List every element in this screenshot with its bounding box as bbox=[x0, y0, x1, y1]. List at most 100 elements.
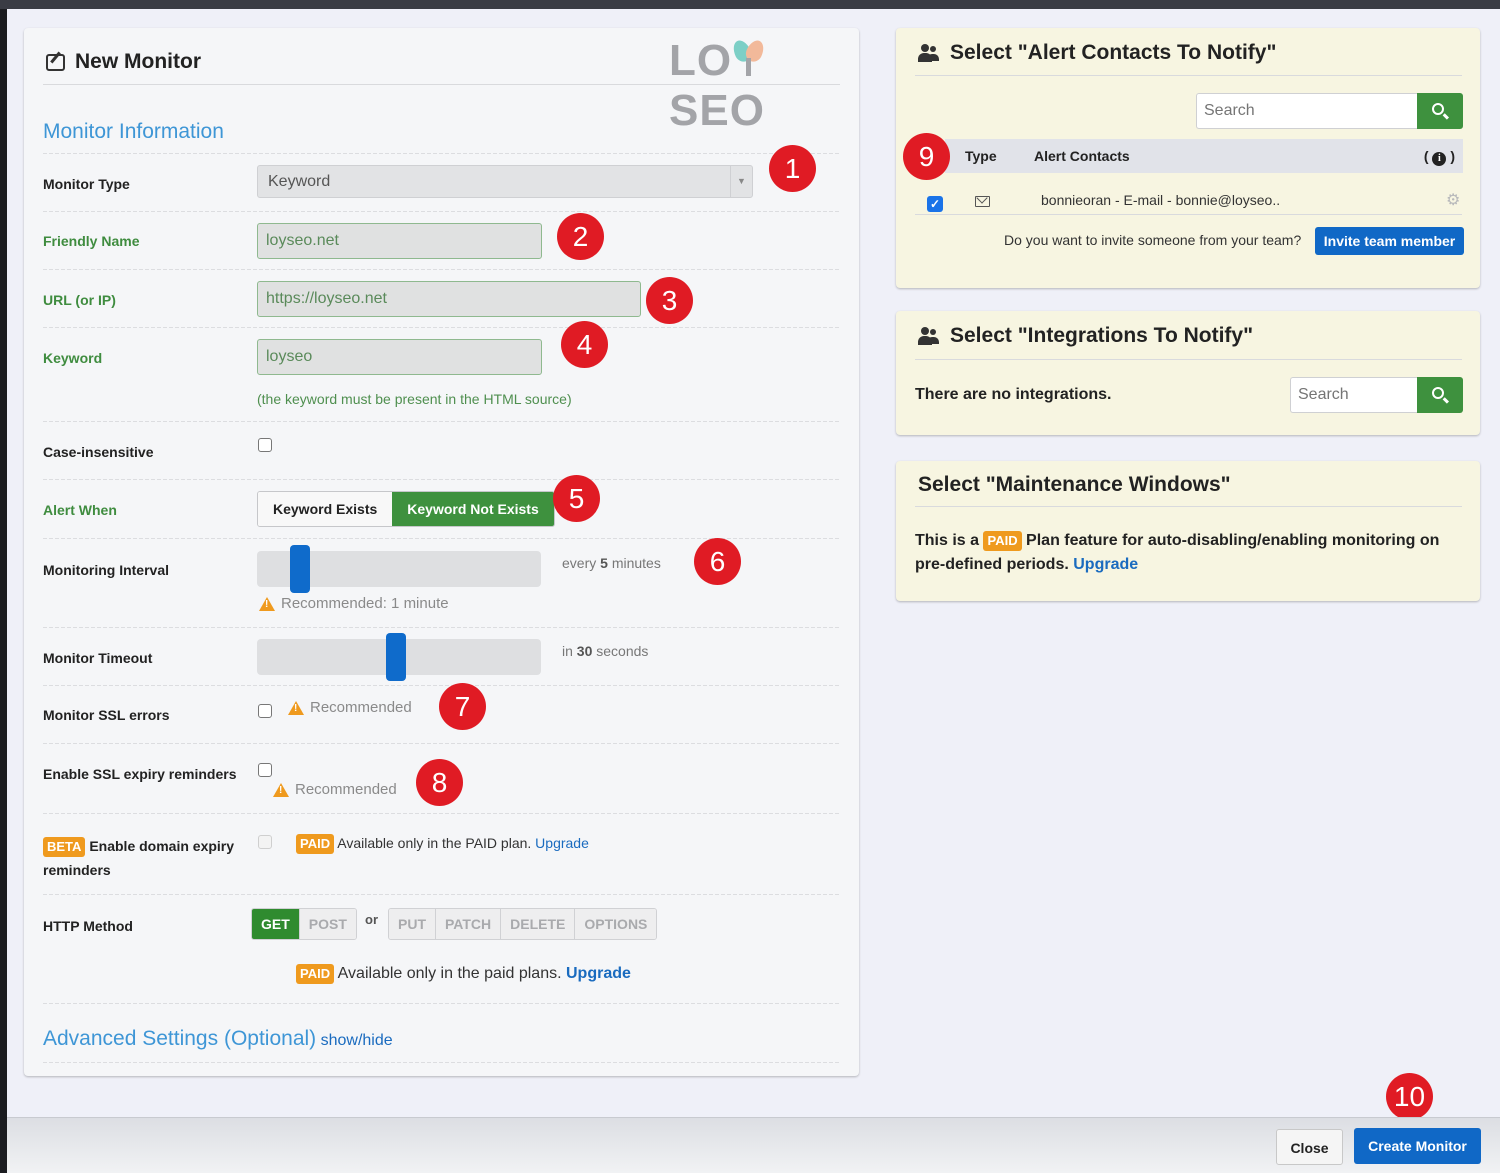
beta-badge: BETA bbox=[43, 837, 86, 857]
annotation-marker: 9 bbox=[903, 133, 950, 180]
annotation-marker: 6 bbox=[694, 538, 741, 585]
upgrade-link[interactable]: Upgrade bbox=[1073, 556, 1138, 573]
search-button[interactable] bbox=[1417, 377, 1463, 413]
alert-contacts-search-input[interactable] bbox=[1196, 93, 1417, 129]
domain-expiry-checkbox[interactable] bbox=[258, 835, 272, 849]
monitor-timeout-slider[interactable] bbox=[257, 633, 541, 681]
column-type: Type bbox=[965, 148, 997, 164]
method-get-button[interactable]: GET bbox=[252, 909, 300, 939]
http-method-paid-note: PAID Available only in the paid plans. U… bbox=[296, 964, 631, 984]
users-icon bbox=[918, 44, 940, 62]
case-insensitive-checkbox[interactable] bbox=[258, 438, 272, 452]
method-put-button[interactable]: PUT bbox=[389, 909, 436, 939]
alert-when-toggle: Keyword Exists Keyword Not Exists bbox=[257, 491, 555, 527]
column-info[interactable]: ( i ) bbox=[1424, 148, 1455, 166]
integrations-panel: Select "Integrations To Notify" There ar… bbox=[896, 311, 1480, 435]
annotation-marker: 3 bbox=[646, 277, 693, 324]
domain-expiry-label: BETA Enable domain expiry reminders bbox=[43, 837, 235, 878]
annotation-marker: 5 bbox=[553, 475, 600, 522]
keyword-hint: (the keyword must be present in the HTML… bbox=[257, 391, 572, 407]
advanced-settings-title: Advanced Settings (Optional) bbox=[43, 1027, 317, 1050]
keyword-not-exists-button[interactable]: Keyword Not Exists bbox=[392, 492, 554, 526]
annotation-marker: 8 bbox=[416, 759, 463, 806]
slider-handle[interactable] bbox=[386, 633, 407, 681]
new-monitor-modal: New Monitor LO SEO Monitor Information Mo… bbox=[7, 9, 1500, 1120]
integrations-title: Select "Integrations To Notify" bbox=[918, 324, 1253, 348]
alert-contacts-panel: Select "Alert Contacts To Notify" Type A… bbox=[896, 28, 1480, 288]
background-strip bbox=[0, 9, 7, 1173]
warning-icon bbox=[273, 782, 289, 797]
timeout-value-text: in 30 seconds bbox=[562, 643, 649, 659]
alert-contact-checkbox[interactable]: ✓ bbox=[927, 196, 943, 212]
search-icon bbox=[1432, 387, 1444, 399]
maintenance-title: Select "Maintenance Windows" bbox=[918, 473, 1231, 496]
chevron-down-icon: ▼ bbox=[730, 166, 752, 197]
section-title-monitor-information: Monitor Information bbox=[43, 120, 224, 143]
upgrade-link[interactable]: Upgrade bbox=[566, 965, 631, 982]
domain-expiry-paid-note: PAID Available only in the PAID plan. Up… bbox=[296, 834, 589, 854]
monitor-type-label: Monitor Type bbox=[43, 176, 130, 192]
alert-contact-text: bonnieoran - E-mail - bonnie@loyseo.. bbox=[1041, 192, 1281, 208]
edit-icon bbox=[46, 51, 65, 71]
panel-title: New Monitor bbox=[46, 50, 201, 74]
users-icon bbox=[918, 327, 940, 345]
maintenance-windows-panel: Select "Maintenance Windows" This is a P… bbox=[896, 461, 1480, 601]
paid-badge: PAID bbox=[296, 834, 335, 854]
monitor-type-select[interactable]: Keyword ▼ bbox=[257, 165, 753, 198]
ssl-expiry-recommendation: Recommended bbox=[273, 781, 397, 798]
integrations-search-input[interactable] bbox=[1290, 377, 1417, 413]
url-input[interactable] bbox=[257, 281, 641, 317]
warning-icon bbox=[288, 700, 304, 715]
ssl-errors-checkbox[interactable] bbox=[258, 704, 272, 718]
friendly-name-label: Friendly Name bbox=[43, 233, 140, 249]
advanced-settings: Advanced Settings (Optional) show/hide bbox=[43, 1027, 393, 1051]
search-icon bbox=[1432, 103, 1444, 115]
interval-recommendation: Recommended: 1 minute bbox=[259, 595, 449, 612]
paid-badge: PAID bbox=[296, 964, 335, 984]
create-monitor-button[interactable]: Create Monitor bbox=[1354, 1128, 1481, 1164]
advanced-settings-toggle[interactable]: show/hide bbox=[321, 1032, 393, 1049]
alert-contacts-search bbox=[1196, 93, 1463, 129]
upgrade-link[interactable]: Upgrade bbox=[535, 835, 589, 851]
panel-title-text: New Monitor bbox=[75, 50, 201, 73]
maintenance-text: This is a PAID Plan feature for auto-dis… bbox=[915, 531, 1440, 573]
invite-team-member-button[interactable]: Invite team member bbox=[1315, 227, 1464, 255]
method-delete-button[interactable]: DELETE bbox=[501, 909, 576, 939]
method-post-button[interactable]: POST bbox=[299, 909, 356, 939]
modal-footer: Close Create Monitor bbox=[7, 1117, 1500, 1173]
keyword-exists-button[interactable]: Keyword Exists bbox=[258, 492, 393, 526]
loyseo-logo: LO SEO bbox=[669, 36, 859, 136]
alert-when-label: Alert When bbox=[43, 502, 117, 518]
or-text: or bbox=[365, 912, 378, 927]
http-method-secondary-group: PUT PATCH DELETE OPTIONS bbox=[388, 908, 658, 940]
annotation-marker: 7 bbox=[439, 683, 486, 730]
gear-icon[interactable]: ⚙ bbox=[1446, 190, 1460, 210]
info-icon: i bbox=[1432, 152, 1447, 166]
ssl-expiry-checkbox[interactable] bbox=[258, 763, 272, 777]
keyword-input[interactable] bbox=[257, 339, 542, 375]
method-options-button[interactable]: OPTIONS bbox=[575, 909, 657, 939]
annotation-marker: 1 bbox=[769, 145, 816, 192]
monitoring-interval-label: Monitoring Interval bbox=[43, 562, 169, 578]
email-icon bbox=[975, 196, 990, 207]
annotation-marker: 10 bbox=[1386, 1073, 1433, 1120]
ssl-errors-label: Monitor SSL errors bbox=[43, 707, 170, 723]
ssl-errors-recommendation: Recommended bbox=[288, 699, 412, 716]
no-integrations-text: There are no integrations. bbox=[915, 386, 1112, 403]
slider-handle[interactable] bbox=[289, 545, 310, 593]
search-button[interactable] bbox=[1417, 93, 1463, 129]
close-button[interactable]: Close bbox=[1276, 1129, 1343, 1165]
interval-value-text: every 5 minutes bbox=[562, 555, 661, 571]
friendly-name-input[interactable] bbox=[257, 223, 542, 259]
method-patch-button[interactable]: PATCH bbox=[436, 909, 502, 939]
monitoring-interval-slider[interactable] bbox=[257, 545, 541, 593]
warning-icon bbox=[259, 596, 275, 611]
http-method-primary-group: GET POST bbox=[251, 908, 357, 940]
url-label: URL (or IP) bbox=[43, 292, 116, 308]
http-method-label: HTTP Method bbox=[43, 918, 133, 934]
monitor-timeout-label: Monitor Timeout bbox=[43, 650, 153, 666]
column-alert-contacts: Alert Contacts bbox=[1034, 148, 1130, 164]
ssl-expiry-label: Enable SSL expiry reminders bbox=[43, 766, 237, 782]
annotation-marker: 4 bbox=[561, 321, 608, 368]
invite-prompt: Do you want to invite someone from your … bbox=[1004, 232, 1302, 248]
